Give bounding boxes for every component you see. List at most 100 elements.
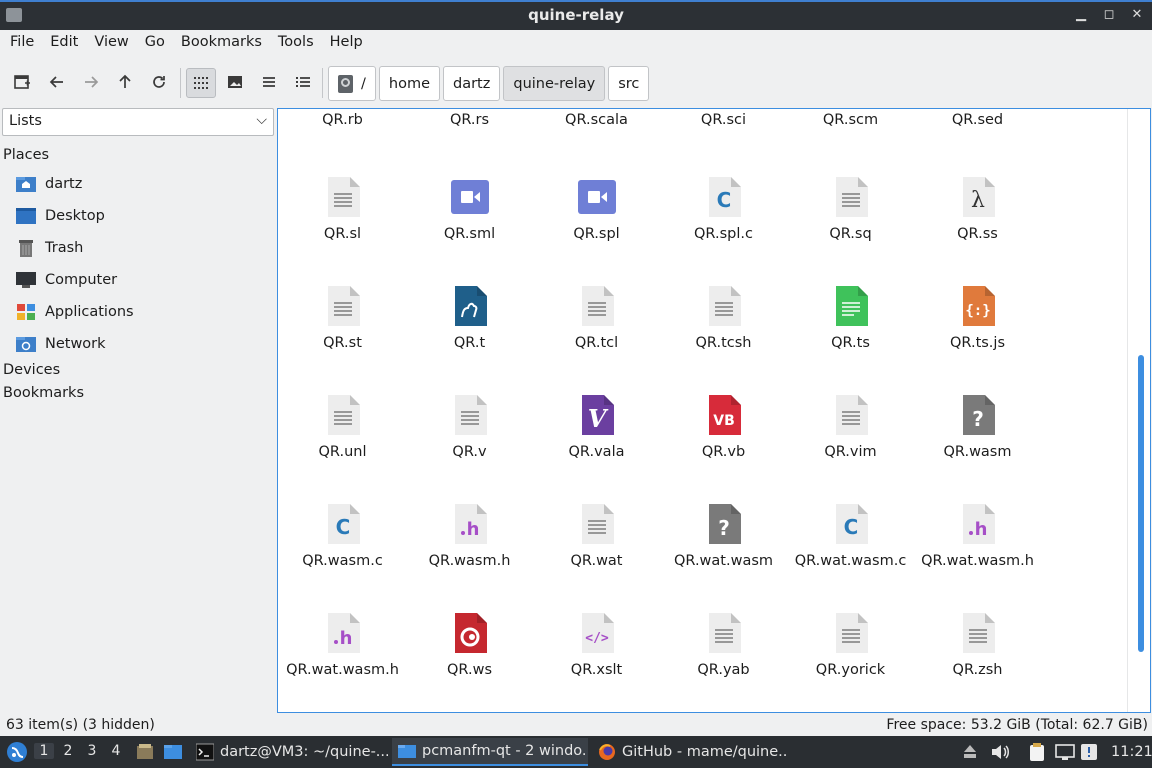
sidebar-item-desktop[interactable]: Desktop <box>16 203 105 229</box>
file-item[interactable]: h QR.wat.wasm.h <box>279 612 406 712</box>
free-space-status: Free space: 53.2 GiB (Total: 62.7 GiB) <box>886 717 1148 733</box>
menu-bar: File Edit View Go Bookmarks Tools Help <box>0 30 1152 56</box>
file-item[interactable]: QR.wat <box>533 503 660 612</box>
menu-go[interactable]: Go <box>137 30 173 56</box>
file-name: QR.yab <box>697 662 750 678</box>
file-item[interactable]: ? QR.wat.wasm <box>660 503 787 612</box>
workspace-3-button[interactable]: 3 <box>82 743 102 759</box>
path-segment-home[interactable]: home <box>378 66 440 101</box>
svg-text:VB: VB <box>713 413 735 429</box>
file-icon-view[interactable]: QR.rb QR.rs QR.scala QR.sci QR.scm QR.sed QR.s… <box>277 108 1151 713</box>
file-item[interactable]: QR.v <box>406 394 533 503</box>
file-item[interactable]: QR.ws <box>406 612 533 712</box>
vertical-scrollbar-thumb[interactable] <box>1138 355 1144 652</box>
chevron-down-icon: ⌵ <box>256 112 267 128</box>
maximize-button[interactable]: ◻ <box>1102 6 1116 24</box>
file-item[interactable]: C QR.wasm.c <box>279 503 406 612</box>
file-item[interactable]: </> QR.xslt <box>533 612 660 712</box>
file-name: QR.sml <box>443 226 496 242</box>
workspace-4-button[interactable]: 4 <box>106 743 126 759</box>
volume-icon[interactable] <box>990 736 1010 768</box>
menu-tools[interactable]: Tools <box>270 30 322 56</box>
up-button[interactable] <box>111 68 139 96</box>
file-item[interactable]: QR.ts <box>787 285 914 394</box>
file-item[interactable]: QR.sq <box>787 176 914 285</box>
sidebar-item-computer[interactable]: Computer <box>16 267 117 293</box>
file-item[interactable]: QR.yorick <box>787 612 914 712</box>
icon-view-button[interactable] <box>186 68 216 98</box>
back-button[interactable] <box>43 68 71 96</box>
menu-file[interactable]: File <box>2 30 42 56</box>
file-item[interactable]: QR.tcl <box>533 285 660 394</box>
path-segment-quine-relay[interactable]: quine-relay <box>503 66 606 101</box>
sidebar-item-dartz[interactable]: dartz <box>16 171 82 197</box>
reload-button[interactable] <box>145 68 173 96</box>
workspace-1-button[interactable]: 1 <box>34 743 54 759</box>
path-segment-dartz[interactable]: dartz <box>443 66 501 101</box>
svg-text:h: h <box>975 519 988 540</box>
sidebar-item-network[interactable]: Network <box>16 331 106 357</box>
file-item[interactable]: QR.t <box>406 285 533 394</box>
devices-header[interactable]: Devices <box>3 362 60 378</box>
file-name: QR.zsh <box>952 662 1003 678</box>
title-bar[interactable]: quine-relay ▁ ◻ ✕ <box>0 0 1152 30</box>
update-notifier-icon[interactable] <box>1080 736 1098 768</box>
file-item[interactable]: V QR.vala <box>533 394 660 503</box>
svg-text:{:}: {:} <box>965 303 990 319</box>
file-item[interactable]: QR.unl <box>279 394 406 503</box>
clock[interactable]: 11:21 <box>1111 736 1152 768</box>
drive-icon <box>338 74 353 93</box>
file-item[interactable]: QR.tcsh <box>660 285 787 394</box>
menu-bookmarks[interactable]: Bookmarks <box>173 30 270 56</box>
file-item[interactable]: QR.vim <box>787 394 914 503</box>
file-item[interactable]: QR.spl <box>533 176 660 285</box>
file-item[interactable]: QR.zsh <box>914 612 1041 712</box>
network-tray-icon[interactable] <box>1055 736 1075 768</box>
file-manager-launcher[interactable] <box>163 736 183 768</box>
minimize-button[interactable]: ▁ <box>1074 6 1088 24</box>
file-name: QR.ts <box>831 335 870 351</box>
file-item[interactable]: λ QR.ss <box>914 176 1041 285</box>
new-tab-button[interactable] <box>8 68 36 96</box>
taskbar-task-2[interactable]: pcmanfm-qt - 2 windo... <box>392 738 588 766</box>
file-item[interactable]: {:} QR.ts.js <box>914 285 1041 394</box>
bookmarks-header[interactable]: Bookmarks <box>3 385 84 401</box>
detailed-view-button[interactable] <box>289 68 317 96</box>
compact-view-button[interactable] <box>255 68 283 96</box>
path-segment-src[interactable]: src <box>608 66 650 101</box>
file-item[interactable]: C QR.spl.c <box>660 176 787 285</box>
workspace-2-button[interactable]: 2 <box>58 743 78 759</box>
menu-edit[interactable]: Edit <box>42 30 86 56</box>
menu-help[interactable]: Help <box>322 30 371 56</box>
taskbar-task-3[interactable]: GitHub - mame/quine... <box>592 738 788 766</box>
close-button[interactable]: ✕ <box>1130 6 1144 24</box>
file-item[interactable]: QR.yab <box>660 612 787 712</box>
places-header[interactable]: Places <box>3 147 49 163</box>
sidebar-item-trash[interactable]: Trash <box>16 235 83 261</box>
thumbnail-view-button[interactable] <box>221 68 249 96</box>
side-pane-mode-select[interactable]: Lists ⌵ <box>2 108 274 136</box>
start-menu-button[interactable] <box>6 736 28 768</box>
file-camel-icon <box>451 285 489 327</box>
file-item[interactable]: h QR.wasm.h <box>406 503 533 612</box>
file-item[interactable]: C QR.wat.wasm.c <box>787 503 914 612</box>
menu-view[interactable]: View <box>86 30 136 56</box>
file-item[interactable]: ? QR.wasm <box>914 394 1041 503</box>
folder-blue-icon <box>164 745 182 759</box>
file-text-icon <box>832 612 870 654</box>
taskbar-task-1[interactable]: dartz@VM3: ~/quine-... <box>190 738 388 766</box>
svg-text:C: C <box>844 515 859 539</box>
file-item[interactable]: QR.sml <box>406 176 533 285</box>
file-item[interactable]: QR.sl <box>279 176 406 285</box>
path-root-button[interactable]: / <box>328 66 376 101</box>
forward-button[interactable] <box>77 68 105 96</box>
file-item[interactable]: h QR.wat.wasm.h <box>914 503 1041 612</box>
sidebar-item-applications[interactable]: Applications <box>16 299 134 325</box>
file-item[interactable]: QR.st <box>279 285 406 394</box>
clipboard-icon[interactable] <box>1028 736 1046 768</box>
file-vala-icon: V <box>578 394 616 436</box>
file-item[interactable]: VB QR.vb <box>660 394 787 503</box>
tray-removable-icon[interactable] <box>962 736 978 768</box>
scrollbar-track[interactable] <box>1127 109 1128 712</box>
show-desktop-button[interactable] <box>135 736 155 768</box>
